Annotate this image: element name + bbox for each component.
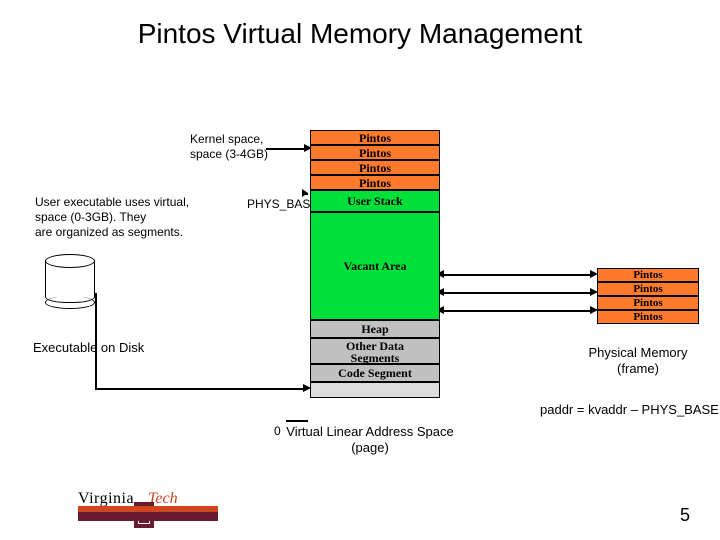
pm-pintos-row: Pintos: [597, 268, 699, 282]
arrow-vas-pm-1: [442, 274, 592, 276]
virginia-tech-logo: Virginia Tech: [78, 488, 218, 528]
vas-footer-gap: [310, 382, 440, 398]
vas-heap: Heap: [310, 320, 440, 338]
vas-pintos-row: Pintos: [310, 130, 440, 145]
logo-maroon-bar: [78, 512, 218, 521]
label-physical-memory: Physical Memory (frame): [558, 345, 718, 376]
arrow-vas-pm-3: [442, 310, 592, 312]
vas-vacant-area: Vacant Area: [310, 212, 440, 320]
vas-other-data: Other Data Segments: [310, 338, 440, 364]
pm-pintos-row: Pintos: [597, 296, 699, 310]
slide-title: Pintos Virtual Memory Management: [0, 18, 720, 50]
arrow-kernel-to-vas: [266, 148, 306, 150]
pm-pintos-row: Pintos: [597, 310, 699, 324]
physical-memory: Pintos Pintos Pintos Pintos: [597, 268, 699, 324]
annot-exec-disk: Executable on Disk: [33, 340, 144, 356]
vas-pintos-row: Pintos: [310, 145, 440, 160]
ledger-line: [286, 420, 308, 422]
slide-number: 5: [680, 505, 690, 526]
vas-code-segment: Code Segment: [310, 364, 440, 382]
arrowhead-icon: [302, 189, 308, 197]
pm-pintos-row: Pintos: [597, 282, 699, 296]
label-vlas: Virtual Linear Address Space (page): [240, 424, 500, 455]
arrow-vas-pm-2: [442, 292, 592, 294]
disk-cylinder-icon: [45, 260, 95, 303]
virtual-address-space: Pintos Pintos Pintos Pintos User Stack V…: [310, 130, 440, 398]
annot-kernel: Kernel space, space (3-4GB): [190, 132, 268, 162]
vas-pintos-row: Pintos: [310, 175, 440, 190]
annot-phys-base: PHYS_BASE: [247, 197, 318, 212]
label-equation: paddr = kvaddr – PHYS_BASE: [540, 402, 719, 417]
arrow-disk-to-code-h: [95, 388, 305, 390]
annot-user-exec: User executable uses virtual, space (0-3…: [35, 195, 189, 240]
arrow-disk-to-code: [95, 293, 97, 388]
vas-user-stack: User Stack: [310, 190, 440, 212]
vas-pintos-row: Pintos: [310, 160, 440, 175]
